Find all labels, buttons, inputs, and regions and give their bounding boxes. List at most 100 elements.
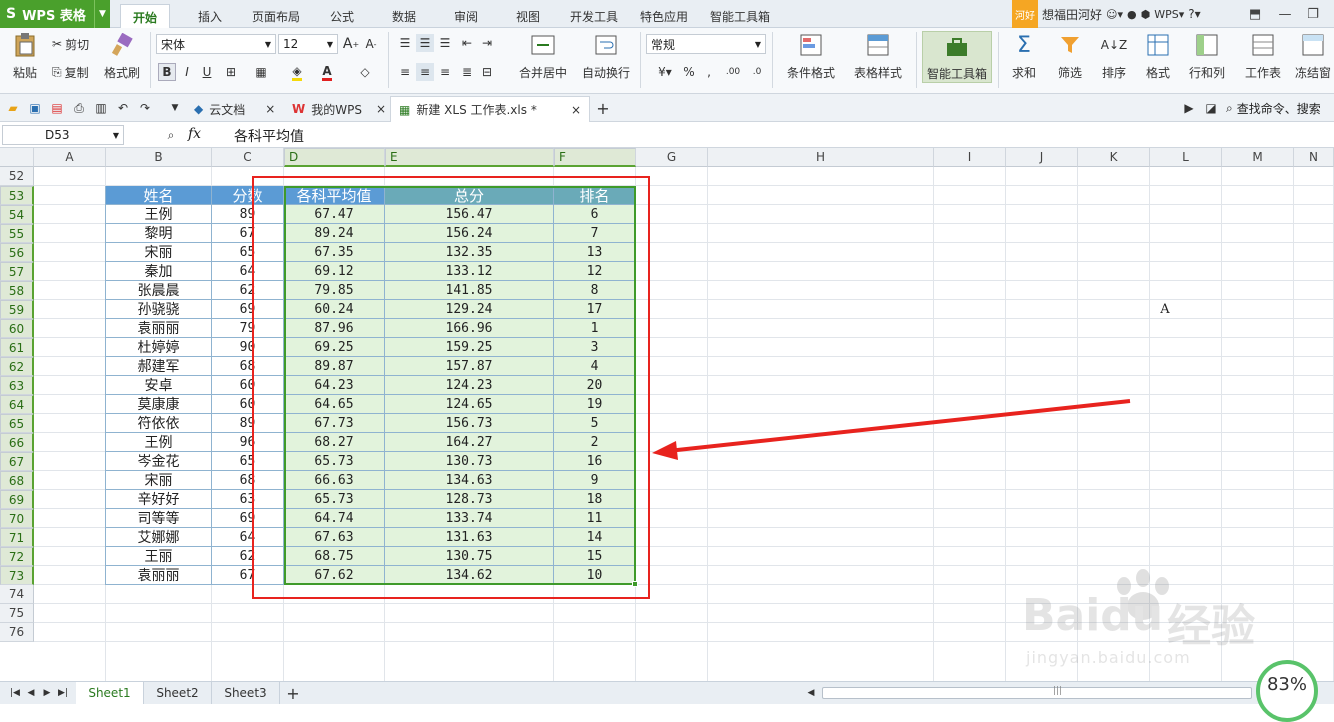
tab-formula[interactable]: 公式 [318,4,366,28]
minimize-button[interactable]: — [1274,4,1296,24]
sync-icon[interactable]: ● [1127,8,1137,21]
align-center-icon[interactable]: ≡ [416,63,434,81]
upload-icon[interactable]: ⬒ [1244,4,1266,24]
help-icon[interactable]: ?▾ [1188,7,1200,21]
export-pdf-icon[interactable]: ▤ [48,99,66,117]
clear-format-icon[interactable]: ◇ [356,63,374,81]
font-name-select[interactable]: 宋体 ▼ [156,34,276,54]
copy-button[interactable]: ⎘ 复制 [52,62,89,82]
format-painter-button[interactable]: 格式刷 [102,28,142,81]
increase-font-icon[interactable]: A + [342,35,360,53]
tab-data[interactable]: 数据 [380,4,428,28]
settings-icon[interactable]: ⬢ [1141,8,1151,21]
sheet-tab-2[interactable]: Sheet2 [144,682,212,704]
number-format-select[interactable]: 常规 ▼ [646,34,766,54]
indent-decrease-icon[interactable]: ⇤ [458,34,476,52]
indent-increase-icon[interactable]: ⇥ [478,34,496,52]
font-color-icon[interactable]: A [318,63,336,81]
tab-my-wps[interactable]: W 我的WPS × [284,96,394,122]
freeze-button[interactable]: 冻结窗 [1292,28,1334,81]
tab-special[interactable]: 特色应用 [628,4,700,28]
sum-button[interactable]: Σ 求和 [1004,28,1044,81]
thousands-icon[interactable]: , [700,63,718,81]
underline-button[interactable]: U [198,63,216,81]
new-tab-icon[interactable]: + [594,99,612,118]
currency-icon[interactable]: ¥▾ [650,63,680,81]
table-style-button[interactable]: 表格样式 [848,28,908,81]
print-preview-icon[interactable]: ▥ [92,99,110,117]
border-icon[interactable]: ⊞ [222,63,240,81]
quick-access-dropdown-icon[interactable]: ▼ [166,99,184,117]
zoom-lookup-icon[interactable]: ⌕ [162,126,180,144]
justify-icon[interactable]: ≣ [458,63,476,81]
user-area[interactable]: 河好 想福田河好 ☺▾ ● ⬢ WPS▾ ?▾ [1012,0,1201,28]
zoom-indicator[interactable]: 83% [1256,660,1318,722]
undo-icon[interactable]: ↶ [114,99,132,117]
save-icon[interactable]: ▣ [26,99,44,117]
distribute-icon[interactable]: ⊟ [478,63,496,81]
tab-cloud-docs[interactable]: ◆ 云文档 × [186,96,283,122]
sort-button[interactable]: A↓Z 排序 [1094,28,1134,81]
fill-pattern-icon[interactable]: ▦ [252,63,270,81]
tab-view[interactable]: 视图 [504,4,552,28]
tab-review[interactable]: 审阅 [442,4,490,28]
add-sheet-icon[interactable]: + [284,684,302,703]
redo-icon[interactable]: ↷ [136,99,154,117]
folder-icon[interactable]: ▰ [4,99,22,117]
italic-button[interactable]: I [178,63,196,81]
conditional-format-button[interactable]: 条件格式 [778,28,844,81]
fx-button[interactable]: fx [188,126,201,142]
paste-button[interactable]: 粘贴 [8,28,42,81]
tab-home[interactable]: 开始 [120,4,171,29]
row-col-button[interactable]: 行和列 [1182,28,1232,81]
smart-toolbox-button[interactable]: 智能工具箱 [922,31,992,83]
restore-button[interactable]: ❐ [1302,4,1324,24]
align-bottom-icon[interactable]: ☰ [436,34,454,52]
filter-button[interactable]: 筛选 [1050,28,1090,81]
tab-developer[interactable]: 开发工具 [558,4,630,28]
sheet-tab-3[interactable]: Sheet3 [212,682,280,704]
arrow-head [652,441,678,460]
decrease-decimal-icon[interactable]: .0 [746,63,768,81]
format-button[interactable]: 格式 [1138,28,1178,81]
name-box[interactable]: D53 ▼ [2,125,124,145]
align-left-icon[interactable]: ≡ [396,63,414,81]
tab-smart-toolbox[interactable]: 智能工具箱 [698,4,782,28]
bold-button[interactable]: B [158,63,176,81]
align-middle-icon[interactable]: ☰ [416,34,434,52]
app-menu-button[interactable]: S WPS 表格 ▼ [0,0,110,28]
tab-page-layout[interactable]: 页面布局 [240,4,312,28]
conditional-format-icon [798,32,824,58]
print-icon[interactable]: ⎙ [70,99,88,117]
comment-icon[interactable]: ◪ [1202,99,1220,117]
decrease-font-icon[interactable]: A- [362,35,380,53]
scroll-left-icon[interactable]: ◀ [802,684,820,702]
worksheet-button[interactable]: 工作表 [1238,28,1288,81]
align-right-icon[interactable]: ≡ [436,63,454,81]
horizontal-scrollbar[interactable]: ||| [822,686,1252,699]
formula-input[interactable]: 各科平均值 [234,126,304,146]
spreadsheet-grid[interactable]: A B C D E F G H I J K L M N 52 53 54 55 56 57 58 59 60 61 62 63 64… [0,148,1334,681]
wps-menu-icon[interactable]: WPS▾ [1154,8,1184,21]
fill-color-icon[interactable]: ◈ [288,63,306,81]
align-top-icon[interactable]: ☰ [396,34,414,52]
ribbon-divider [772,32,773,88]
tab-insert[interactable]: 插入 [186,4,234,28]
chevron-down-icon: ▼ [264,39,271,49]
close-icon[interactable]: × [376,102,386,116]
close-icon[interactable]: × [571,103,581,117]
percent-button[interactable]: % [680,63,698,81]
sheet-tab-1[interactable]: Sheet1 [76,682,144,704]
merge-center-button[interactable]: 合并居中 [510,28,576,81]
skin-icon[interactable]: ☺▾ [1106,8,1123,21]
cut-button[interactable]: ✂ 剪切 [52,34,89,54]
increase-decimal-icon[interactable]: .00 [722,63,744,81]
wrap-text-button[interactable]: 自动换行 [580,28,632,81]
chevron-down-icon[interactable]: ▼ [94,0,110,28]
screen-record-icon[interactable]: ▶ [1180,99,1198,117]
close-icon[interactable]: × [265,102,275,116]
last-sheet-icon[interactable]: ▶| [54,684,72,702]
font-size-select[interactable]: 12 ▼ [278,34,338,54]
search-command-box[interactable]: ⌕ 查找命令、搜索 [1226,100,1321,117]
tab-current-workbook[interactable]: ▦ 新建 XLS 工作表.xls * × [390,96,590,122]
